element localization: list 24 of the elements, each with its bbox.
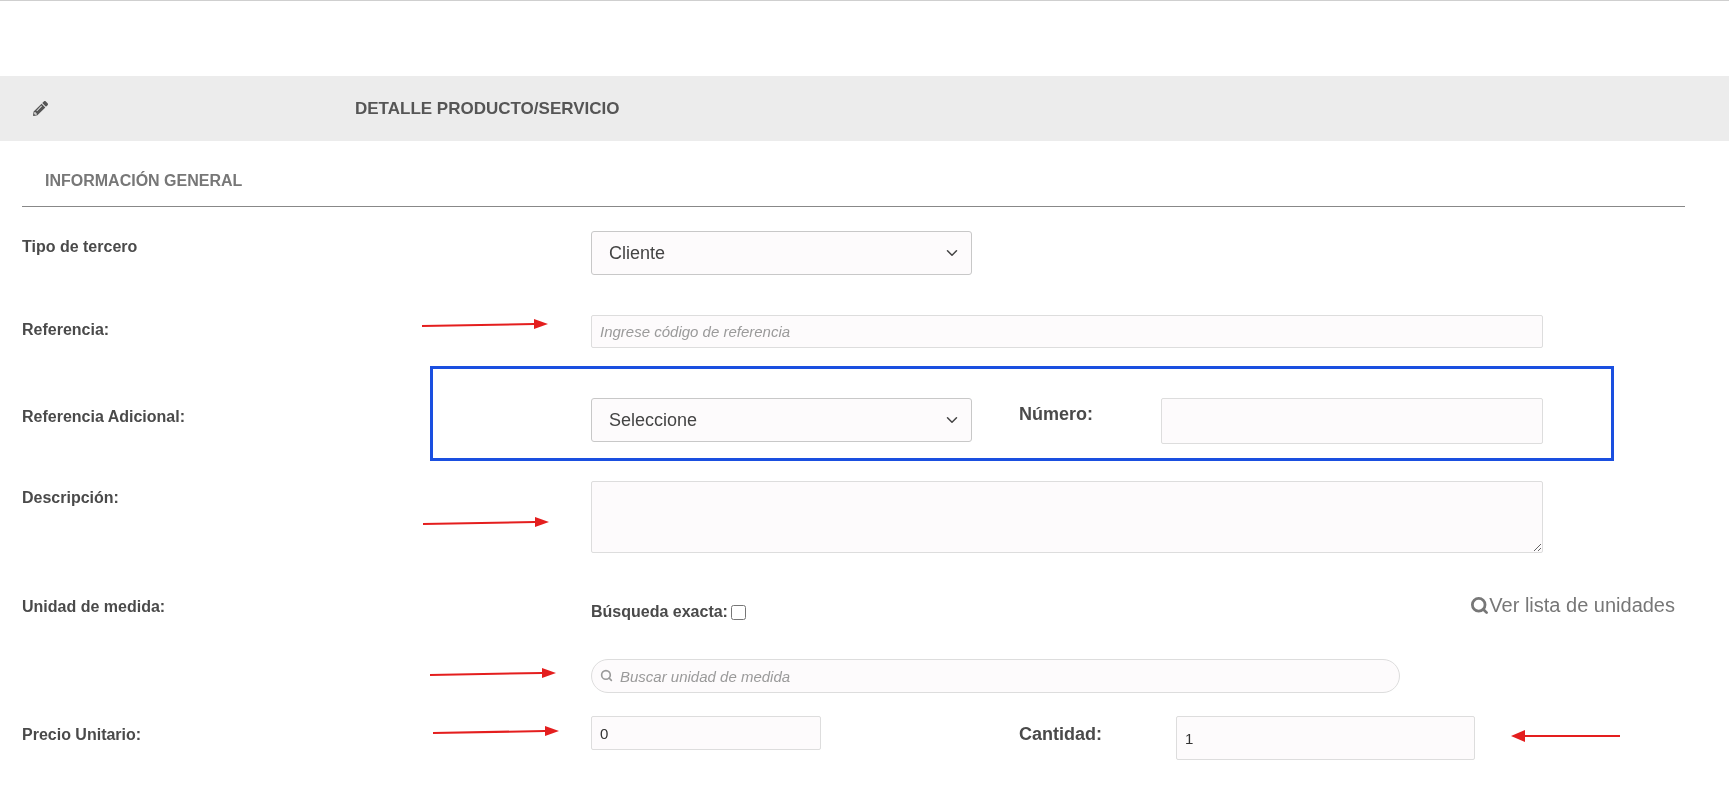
input-field[interactable]	[1161, 398, 1543, 444]
units-link[interactable]: Ver lista de unidades	[1470, 590, 1675, 617]
field-label: Número:	[1019, 403, 1094, 425]
checkbox-label: Búsqueda exacta:	[591, 603, 728, 621]
checkbox[interactable]	[730, 604, 746, 620]
field-label: Referencia:	[22, 321, 110, 338]
input-field[interactable]: 1	[1176, 716, 1475, 760]
field-label: Referencia Adicional:	[22, 408, 185, 425]
search-icon	[600, 669, 613, 682]
search-icon	[1470, 596, 1490, 615]
search-field[interactable]: Buscar unidad de medida	[591, 659, 1400, 693]
field-label: Unidad de medida:	[22, 598, 166, 615]
input-field[interactable]: 0	[591, 716, 821, 750]
field-label: Precio Unitario:	[22, 726, 142, 743]
field-label: Tipo de tercero	[22, 238, 138, 255]
field-label: Descripción:	[22, 489, 119, 506]
field-label: Cantidad:	[1019, 723, 1103, 745]
section-title: INFORMACIÓN GENERAL	[45, 171, 243, 190]
pencil-icon	[33, 101, 48, 116]
panel-title: DETALLE PRODUCTO/SERVICIO	[355, 98, 620, 119]
dropdown[interactable]: Seleccione	[591, 398, 972, 442]
input-field[interactable]: Ingrese código de referencia	[591, 315, 1543, 348]
dropdown[interactable]: Cliente	[591, 231, 972, 275]
text-area[interactable]	[591, 481, 1543, 553]
